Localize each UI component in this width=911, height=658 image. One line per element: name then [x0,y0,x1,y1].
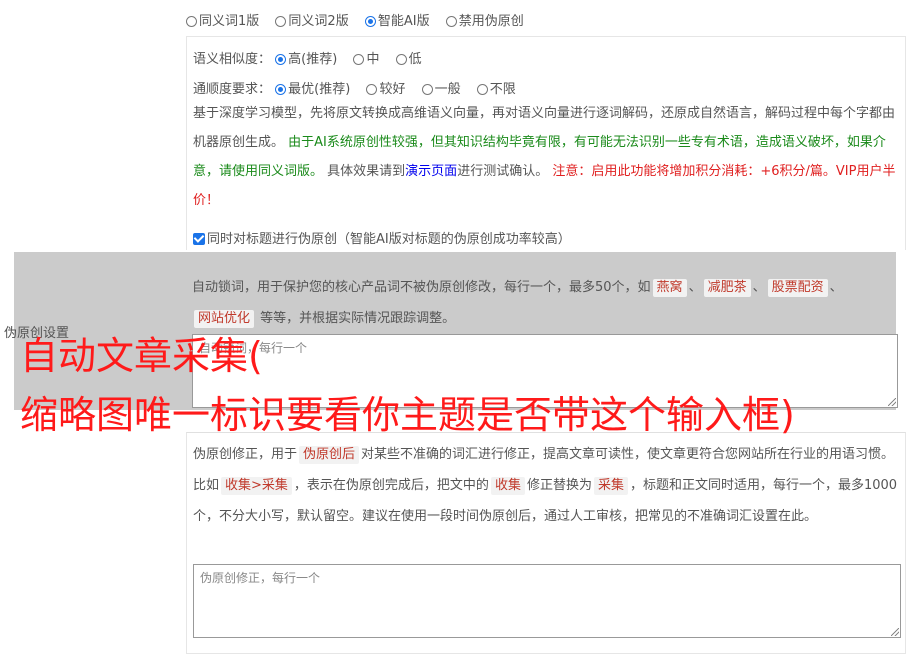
effect-suffix: 进行测试确认。 [457,164,549,179]
option-label: 同义词1版 [199,14,260,29]
fluency-option-normal[interactable]: 一般 [421,78,461,97]
resize-handle-icon[interactable] [891,628,899,636]
radio-selected-icon[interactable] [275,54,287,65]
option-label: 智能AI版 [377,14,430,29]
radio-icon[interactable] [395,54,407,65]
example-tag: 燕窝 [652,279,687,297]
version-option-synonym1[interactable]: 同义词1版 [186,10,259,29]
option-label: 同义词2版 [288,14,349,29]
checkbox-checked-icon[interactable] [193,233,205,245]
radio-icon[interactable] [353,54,365,65]
example-tag: 收集 [490,477,525,495]
similarity-option-high[interactable]: 高(推荐) [275,48,337,67]
similarity-option-low[interactable]: 低 [395,48,422,67]
version-options: 同义词1版 同义词2版 智能AI版 禁用伪原创 [186,10,536,29]
radio-icon[interactable] [476,84,488,95]
similarity-label: 语义相似度： [193,52,272,67]
example-tag: 伪原创后 [299,446,360,464]
lock-desc-suffix: 等等，并根据实际情况跟踪调整。 [260,311,456,326]
version-option-ai[interactable]: 智能AI版 [364,10,430,29]
example-tag: 采集 [593,477,628,495]
similarity-option-mid[interactable]: 中 [353,48,379,67]
radio-icon[interactable] [186,16,197,27]
correction-text: ，表示在伪原创完成后，把文中的 [293,478,489,493]
title-checkbox-row[interactable]: 同时对标题进行伪原创（智能AI版对标题的伪原创成功率较高） [193,228,571,247]
correction-text: 修正替换为 [526,478,592,493]
option-label: 较好 [379,82,406,97]
radio-selected-icon[interactable] [364,16,376,27]
fluency-label: 通顺度要求： [193,82,272,97]
option-label: 不限 [489,82,516,97]
caption-line-1: 自动文章采集( [20,334,263,378]
similarity-row: 语义相似度： 高(推荐) 中 低 [193,48,434,67]
correction-description: 伪原创修正，用于 伪原创后 对某些不准确的词汇进行修正，提高文章可读性，使文章更符合… [193,439,899,532]
example-tag: 减肥茶 [703,279,751,297]
lock-words-description: 自动锁词，用于保护您的核心产品词不被伪原创修改，每行一个，最多50个，如 燕窝、减… [192,279,843,328]
resize-handle-icon[interactable] [888,398,896,406]
example-tag: 收集>采集 [221,477,292,495]
title-checkbox-label: 同时对标题进行伪原创（智能AI版对标题的伪原创成功率较高） [207,232,571,247]
option-label: 一般 [434,82,461,97]
correction-text: 伪原创修正，用于 [193,447,298,462]
caption-line-2: 缩略图唯一标识要看你主题是否带这个输入框) [20,393,795,437]
fluency-row: 通顺度要求： 最优(推荐) 较好 一般 不限 [193,78,528,97]
lock-desc-prefix: 自动锁词，用于保护您的核心产品词不被伪原创修改，每行一个，最多50个，如 [192,280,651,295]
fluency-option-best[interactable]: 最优(推荐) [275,78,350,97]
ai-settings-panel: 语义相似度： 高(推荐) 中 低 通顺度要求： 最优(推荐) 较好 一般 不限 … [186,36,906,250]
textarea-placeholder: 伪原创修正，每行一个 [200,571,321,585]
effect-prefix: 具体效果请到 [327,164,406,179]
example-tag: 股票配资 [767,279,828,297]
correction-textarea[interactable]: 伪原创修正，每行一个 [193,564,901,638]
option-label: 高(推荐) [288,52,338,67]
radio-icon[interactable] [366,84,378,95]
radio-icon[interactable] [421,84,433,95]
correction-section: 伪原创修正，用于 伪原创后 对某些不准确的词汇进行修正，提高文章可读性，使文章更符合… [186,432,906,654]
option-label: 低 [408,52,422,67]
ai-description: 基于深度学习模型，先将原文转换成高维语义向量，再对语义向量进行逐词解码，还原成自… [193,99,899,215]
option-label: 最优(推荐) [288,82,351,97]
version-option-synonym2[interactable]: 同义词2版 [275,10,349,29]
example-tag: 网站优化 [194,310,255,328]
radio-icon[interactable] [275,16,287,27]
option-label: 中 [366,52,380,67]
fluency-option-unlimited[interactable]: 不限 [476,78,516,97]
version-option-disable[interactable]: 禁用伪原创 [445,10,524,29]
option-label: 禁用伪原创 [458,14,524,29]
demo-page-link[interactable]: 演示页面 [405,164,457,179]
radio-selected-icon[interactable] [275,84,287,95]
radio-icon[interactable] [445,16,457,27]
fluency-option-good[interactable]: 较好 [366,78,405,97]
